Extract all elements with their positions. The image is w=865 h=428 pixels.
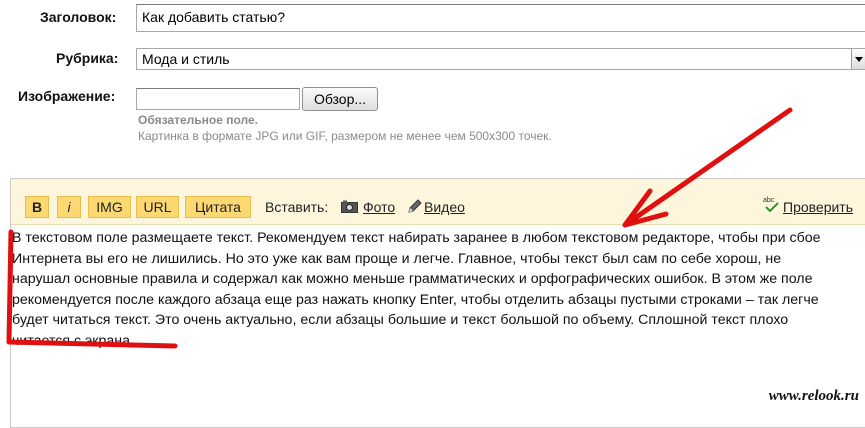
camera-icon[interactable] bbox=[341, 200, 358, 216]
title-label: Заголовок: bbox=[40, 9, 117, 25]
insert-video-link[interactable]: Видео bbox=[424, 199, 465, 215]
quote-button[interactable]: Цитата bbox=[185, 196, 251, 218]
rubric-label: Рубрика: bbox=[56, 50, 119, 66]
check-spelling-link[interactable]: Проверить bbox=[783, 199, 853, 215]
editor-toolbar: B i IMG URL Цитата Вставить: Фото Видео … bbox=[11, 179, 865, 225]
editor-line: нарушал основные правила и содержал как … bbox=[12, 271, 813, 287]
format-hint: Картинка в формате JPG или GIF, размером… bbox=[138, 129, 552, 143]
editor-line: будет читаться текст. Это очень актуальн… bbox=[12, 312, 789, 328]
watermark: www.relook.ru bbox=[768, 388, 859, 404]
insert-label: Вставить: bbox=[265, 199, 329, 215]
editor-line: рекомендуется после каждого абзаца еще р… bbox=[12, 291, 819, 308]
insert-photo-link[interactable]: Фото bbox=[363, 199, 395, 215]
editor-content[interactable]: В текстовом поле размещаете текст. Реком… bbox=[12, 228, 862, 351]
editor-line: В текстовом поле размещаете текст. Реком… bbox=[12, 230, 821, 246]
image-file-field[interactable] bbox=[136, 88, 300, 110]
rubric-select-value: Мода и стиль bbox=[142, 51, 230, 67]
title-input[interactable]: Как добавить статью? bbox=[136, 4, 865, 32]
editor-line: читается с экрана. bbox=[12, 332, 134, 349]
svg-text:abc: abc bbox=[763, 197, 775, 204]
image-label: Изображение: bbox=[18, 88, 116, 104]
rubric-select[interactable]: Мода и стиль bbox=[136, 48, 865, 70]
bold-button[interactable]: B bbox=[25, 196, 49, 218]
italic-button[interactable]: i bbox=[57, 196, 81, 218]
url-button[interactable]: URL bbox=[136, 196, 179, 218]
required-hint: Обязательное поле. bbox=[138, 113, 258, 127]
editor-line: Интернета вы его не лишились. Но это уже… bbox=[12, 250, 782, 267]
browse-button[interactable]: Обзор... bbox=[302, 87, 378, 111]
img-button[interactable]: IMG bbox=[88, 196, 131, 218]
chevron-down-icon[interactable] bbox=[851, 49, 865, 69]
pencil-icon[interactable] bbox=[408, 199, 422, 216]
spellcheck-icon[interactable]: abc bbox=[763, 195, 781, 216]
